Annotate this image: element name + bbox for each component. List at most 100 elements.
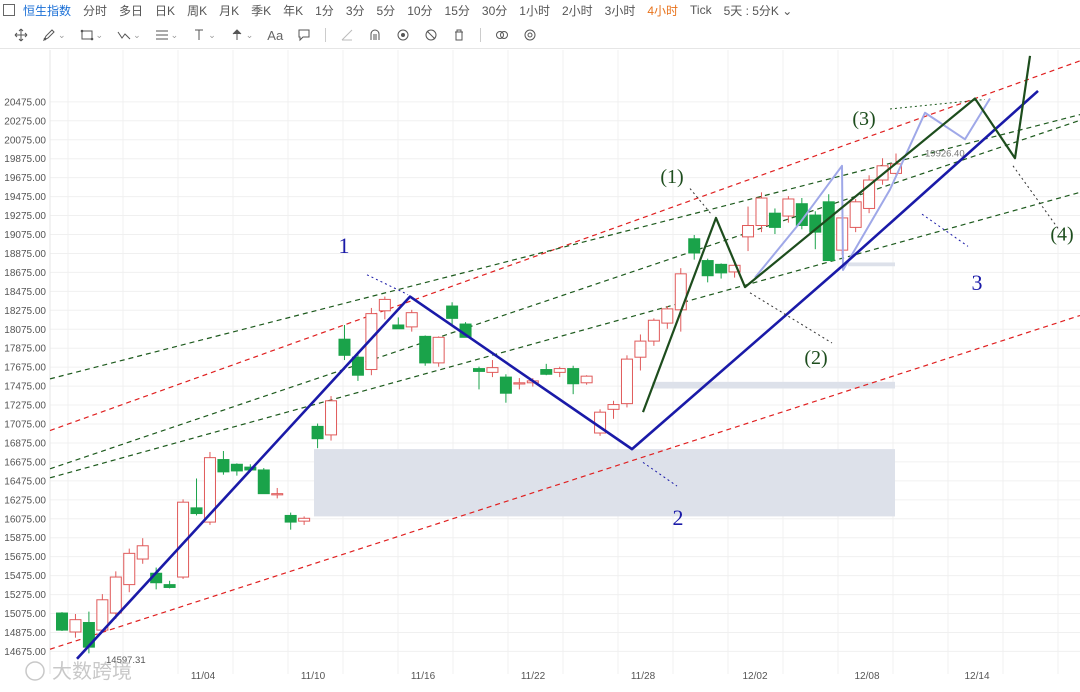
comment-tool[interactable] — [297, 28, 311, 42]
y-tick-label: 19875.00 — [4, 154, 46, 165]
y-tick-label: 15675.00 — [4, 552, 46, 563]
watermark-logo-icon — [25, 661, 45, 681]
candle — [405, 309, 418, 332]
candle-body — [768, 212, 781, 228]
toolbar-separator — [480, 28, 482, 42]
eye-tool[interactable] — [396, 28, 410, 42]
hide-tool[interactable] — [424, 28, 438, 42]
candle — [378, 296, 391, 320]
candle — [499, 374, 512, 403]
pen-tool[interactable]: ⌄ — [42, 28, 66, 42]
leader-line-sub-1 — [689, 188, 713, 216]
link-tool[interactable] — [495, 28, 509, 42]
candle — [822, 194, 835, 262]
period-tab-6[interactable]: 季K — [251, 2, 271, 19]
period-tab-7[interactable]: 年K — [283, 2, 303, 19]
period-tab-1[interactable]: 分时 — [83, 2, 107, 19]
candle-body — [446, 305, 459, 319]
candle-body — [230, 463, 243, 472]
candle — [163, 580, 176, 589]
vertical-line-icon — [192, 28, 206, 42]
chevron-down-icon: ⌄ — [208, 29, 216, 40]
period-tab-14[interactable]: 1小时 — [519, 2, 550, 19]
candle-body — [661, 308, 674, 324]
text-tool[interactable]: Aa — [267, 28, 283, 43]
trend-line-tool[interactable]: ⌄ — [117, 28, 141, 42]
move-tool[interactable] — [14, 28, 28, 42]
candle-body — [163, 584, 176, 588]
period-tab-3[interactable]: 日K — [155, 2, 175, 19]
candle — [742, 206, 755, 252]
candle-body — [715, 263, 728, 274]
arrow-up-tool[interactable]: ⌄ — [230, 28, 253, 42]
candle — [257, 468, 270, 495]
y-tick-label: 18075.00 — [4, 325, 46, 336]
candle-body — [284, 514, 297, 523]
y-tick-label: 15875.00 — [4, 533, 46, 544]
link-icon — [495, 28, 509, 42]
candle-body — [849, 201, 862, 228]
trash-tool[interactable] — [452, 28, 466, 42]
y-tick-label: 17675.00 — [4, 363, 46, 374]
period-tab-19[interactable]: 5天 : 5分K ⌄ — [724, 2, 793, 19]
y-tick-label: 19075.00 — [4, 230, 46, 241]
period-tab-12[interactable]: 15分 — [445, 2, 470, 19]
candle — [284, 512, 297, 530]
trash-icon — [452, 28, 466, 42]
candle — [311, 423, 324, 449]
period-tab-10[interactable]: 5分 — [377, 2, 396, 19]
candle-body — [688, 238, 701, 254]
candle — [715, 263, 728, 279]
candle — [755, 192, 768, 233]
candle — [56, 612, 68, 632]
candle — [338, 324, 351, 361]
candle — [540, 363, 553, 376]
period-tab-11[interactable]: 10分 — [407, 2, 432, 19]
period-tab-2[interactable]: 多日 — [119, 2, 143, 19]
y-tick-label: 18675.00 — [4, 268, 46, 279]
period-tab-0[interactable]: 恒生指数 — [23, 2, 71, 19]
vertical-line-tool[interactable]: ⌄ — [192, 28, 216, 42]
candle — [123, 548, 136, 593]
candle-body — [257, 469, 270, 495]
candle-body — [392, 324, 405, 330]
candle — [217, 451, 230, 475]
sidebar-toggle-checkbox[interactable] — [3, 4, 15, 16]
candle — [607, 400, 620, 419]
candle-body — [486, 367, 499, 373]
move-icon — [14, 28, 28, 42]
candle-body — [782, 198, 795, 217]
period-tab-5[interactable]: 月K — [219, 2, 239, 19]
candle-body — [56, 612, 68, 631]
magnet-tool[interactable] — [368, 28, 382, 42]
period-tab-18[interactable]: Tick — [690, 3, 712, 17]
period-tab-9[interactable]: 3分 — [346, 2, 365, 19]
period-tab-4[interactable]: 周K — [187, 2, 207, 19]
candle-body — [607, 404, 620, 410]
chevron-down-icon: ⌄ — [133, 29, 141, 40]
y-tick-label: 17475.00 — [4, 382, 46, 393]
candle-body — [123, 552, 136, 586]
candlestick-chart[interactable]: 20475.00 20275.00 20075.00 19875.00 19675.00… — [0, 50, 1080, 692]
period-tab-8[interactable]: 1分 — [315, 2, 334, 19]
rectangle-tool[interactable]: ⌄ — [80, 28, 103, 42]
x-tick-label: 11/10 — [301, 671, 326, 682]
period-tab-13[interactable]: 30分 — [482, 2, 507, 19]
y-tick-label: 16075.00 — [4, 514, 46, 525]
wave-label-main: 2 — [673, 505, 684, 530]
candle-body — [822, 201, 835, 262]
y-tick-label: 14675.00 — [4, 647, 46, 658]
ruler-tool[interactable] — [340, 28, 354, 42]
candle — [849, 198, 862, 233]
watermark-logo: 大数跨境 — [25, 659, 132, 683]
candle — [782, 196, 795, 223]
period-tab-16[interactable]: 3小时 — [605, 2, 636, 19]
period-tab-17[interactable]: 4小时 — [647, 2, 678, 19]
period-tab-15[interactable]: 2小时 — [562, 2, 593, 19]
fibonacci-tool[interactable]: ⌄ — [155, 28, 178, 42]
settings-icon — [523, 28, 537, 42]
candle — [419, 335, 432, 366]
y-tick-label: 15275.00 — [4, 590, 46, 601]
settings-tool[interactable] — [523, 28, 537, 42]
y-tick-label: 16475.00 — [4, 476, 46, 487]
